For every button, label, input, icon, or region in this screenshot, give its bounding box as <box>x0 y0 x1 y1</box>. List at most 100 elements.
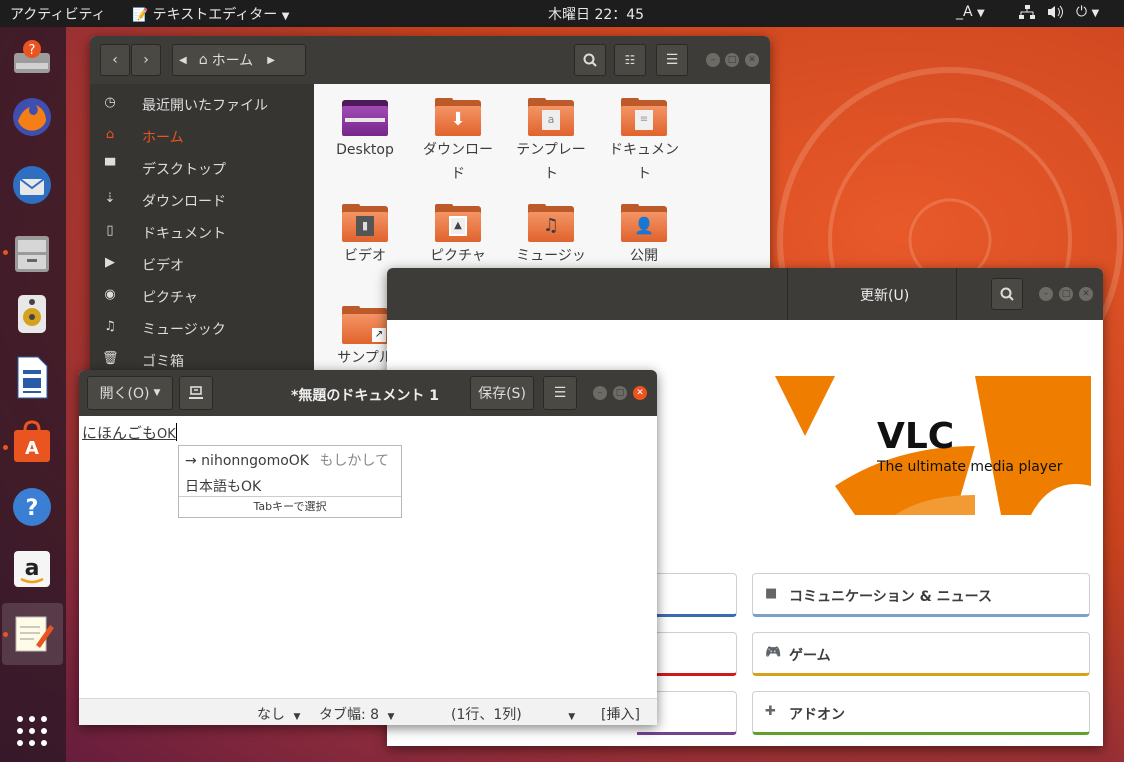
sidebar-item-downloads[interactable]: ⇣ ダウンロード <box>90 184 314 216</box>
category-games[interactable]: 🎮 ゲーム <box>752 632 1090 676</box>
network-icon[interactable] <box>1018 4 1036 24</box>
view-mode-button[interactable]: ☷ <box>614 44 646 76</box>
app-menu[interactable]: 📝 テキストエディター ▼ <box>132 4 289 24</box>
category-label: アドオン <box>789 707 845 723</box>
folder-desktop[interactable]: Desktop <box>320 98 410 162</box>
input-method-indicator[interactable]: _A ▼ <box>956 4 985 20</box>
save-button[interactable]: 保存(S) <box>470 376 534 410</box>
cursor-position-selector[interactable]: (1行、1列) ▼ <box>451 704 575 724</box>
clock[interactable]: 木曜日 22：45 <box>548 4 644 24</box>
status-bar: なし ▼ タブ幅: 8 ▼ (1行、1列) ▼ [挿入] <box>79 698 657 725</box>
ime-candidate-popup: → nihonngomoOK もしかして 日本語もOK Tabキーで選択 <box>178 445 402 518</box>
folder-pictures[interactable]: ▲ ピクチャ <box>413 204 503 268</box>
folder-label: ドキュメン ト <box>609 142 679 182</box>
menu-button[interactable]: ☰ <box>543 376 577 410</box>
music-icon: ♫ <box>104 319 116 334</box>
sidebar-item-music[interactable]: ♫ ミュージック <box>90 312 314 344</box>
public-folder-icon: 👤 <box>621 204 667 242</box>
new-document-button[interactable] <box>179 376 213 410</box>
minimize-button[interactable]: – <box>1039 287 1053 301</box>
power-menu[interactable]: ⏻ ▼ <box>1076 4 1099 20</box>
tab-updates[interactable]: 更新(U) <box>787 268 957 320</box>
category-addons[interactable]: ✚ アドオン <box>752 691 1090 735</box>
chevron-down-icon: ▼ <box>281 11 290 22</box>
amazon-icon[interactable]: a <box>8 545 56 593</box>
text-editor-area[interactable]: にほんごもOK → nihonngomoOK もしかして 日本語もOK Tabキ… <box>79 416 657 698</box>
pictures-folder-icon: ▲ <box>435 204 481 242</box>
back-button[interactable]: ‹ <box>100 44 130 76</box>
thunderbird-icon[interactable] <box>8 161 56 209</box>
maximize-button[interactable]: □ <box>725 53 739 67</box>
show-applications-icon[interactable] <box>8 707 56 755</box>
sidebar-item-desktop[interactable]: ▀ デスクトップ <box>90 152 314 184</box>
hamburger-icon: ☰ <box>665 52 679 68</box>
folder-label: ピクチャ <box>430 248 486 264</box>
video-icon: ▶ <box>105 255 115 270</box>
power-icon: ⏻ <box>1076 4 1088 20</box>
minimize-button[interactable]: – <box>593 386 607 400</box>
close-button[interactable]: ✕ <box>1079 287 1093 301</box>
maximize-button[interactable]: □ <box>613 386 627 400</box>
tab-width-selector[interactable]: タブ幅: 8 ▼ <box>319 704 394 724</box>
path-home-label: ホーム <box>211 53 254 69</box>
insert-mode-indicator[interactable]: [挿入] <box>601 704 640 724</box>
open-button[interactable]: 開く(O) ▼ <box>87 376 173 410</box>
search-button[interactable] <box>574 44 606 76</box>
folder-templates[interactable]: a テンプレー ト <box>506 98 596 186</box>
sidebar-item-label: ホーム <box>142 130 184 146</box>
svg-text:A: A <box>25 438 39 459</box>
close-button[interactable]: ✕ <box>633 386 647 400</box>
help-icon[interactable]: ? <box>8 483 56 531</box>
software-headerbar: 更新(U) – □ ✕ <box>387 268 1103 320</box>
maximize-button[interactable]: □ <box>1059 287 1073 301</box>
rhythmbox-icon[interactable] <box>8 289 56 337</box>
ime-candidate-japanese[interactable]: 日本語もOK <box>185 476 261 496</box>
close-button[interactable]: ✕ <box>745 53 759 67</box>
syntax-label: なし <box>257 707 285 723</box>
ubuntu-software-icon[interactable]: A <box>8 418 56 466</box>
sidebar-item-recent[interactable]: ◷ 最近開いたファイル <box>90 88 314 120</box>
documents-folder-icon: ≡ <box>621 98 667 136</box>
libreoffice-writer-icon[interactable] <box>8 353 56 401</box>
folder-label: テンプレー ト <box>516 142 586 182</box>
sidebar-item-pictures[interactable]: ◉ ピクチャ <box>90 280 314 312</box>
syntax-selector[interactable]: なし ▼ <box>257 704 300 724</box>
minimize-button[interactable]: – <box>706 53 720 67</box>
document-icon: ▯ <box>106 223 114 238</box>
category-label: ゲーム <box>789 648 831 664</box>
search-button[interactable] <box>991 278 1023 310</box>
folder-label: Desktop <box>336 142 394 158</box>
text-editor-icon[interactable] <box>8 609 56 657</box>
puzzle-icon: ✚ <box>765 704 776 719</box>
activities-button[interactable]: アクティビティ <box>10 4 106 24</box>
chevron-down-icon: ▼ <box>568 712 576 722</box>
folder-public[interactable]: 👤 公開 <box>599 204 689 268</box>
folder-label: 公開 <box>630 248 658 264</box>
folder-downloads[interactable]: ⬇ ダウンロー ド <box>413 98 503 186</box>
gedit-window-title: *無題のドキュメント 1 <box>291 388 439 404</box>
folder-documents[interactable]: ≡ ドキュメン ト <box>599 98 689 186</box>
files-icon[interactable] <box>8 229 56 277</box>
firefox-icon[interactable] <box>8 93 56 141</box>
folder-videos[interactable]: ▮ ビデオ <box>320 204 410 268</box>
home-icon: ⌂ <box>105 127 115 142</box>
sidebar-item-home[interactable]: ⌂ ホーム <box>90 120 314 152</box>
folder-label: ダウンロー ド <box>423 142 493 182</box>
menu-button[interactable]: ☰ <box>656 44 688 76</box>
sidebar-item-documents[interactable]: ▯ ドキュメント <box>90 216 314 248</box>
category-communication[interactable]: ■ コミュニケーション & ニュース <box>752 573 1090 617</box>
sidebar-item-label: ゴミ箱 <box>142 354 184 370</box>
chevron-down-icon: ▼ <box>977 8 985 19</box>
volume-icon[interactable] <box>1046 4 1064 24</box>
sidebar-item-videos[interactable]: ▶ ビデオ <box>90 248 314 280</box>
disk-installer-icon[interactable]: ? <box>8 33 56 81</box>
forward-button[interactable]: › <box>131 44 161 76</box>
featured-banner[interactable]: VLC The ultimate media player <box>775 376 1091 515</box>
folder-label: ビデオ <box>344 248 386 264</box>
chevron-down-icon: ▼ <box>293 712 301 722</box>
path-bar[interactable]: ◀ ⌂ ホーム ▶ <box>172 44 306 76</box>
svg-text:a: a <box>25 556 40 581</box>
maximize-icon: □ <box>727 54 737 65</box>
close-icon: ✕ <box>1082 288 1090 299</box>
ime-candidate-romaji[interactable]: → nihonngomoOK もしかして <box>185 450 389 470</box>
